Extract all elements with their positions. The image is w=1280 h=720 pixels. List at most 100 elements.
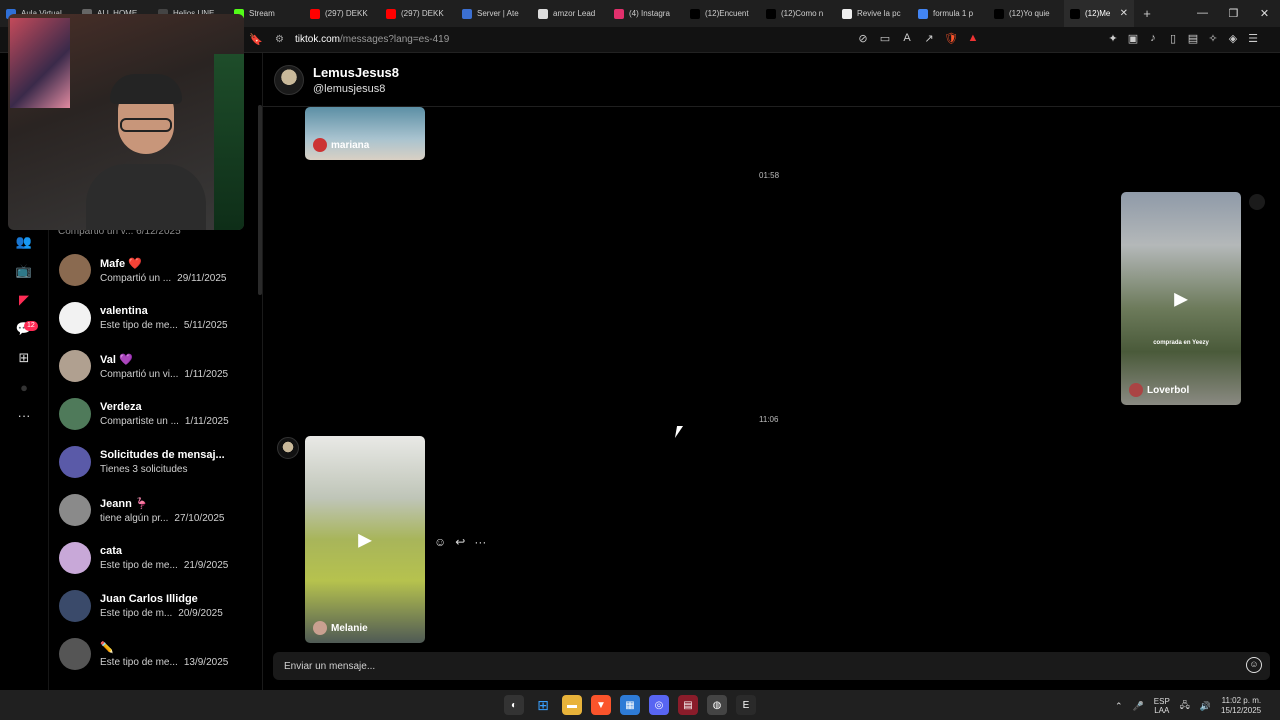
app-icon[interactable]: ▤ [678, 695, 698, 715]
tab-label: (12)Como n [781, 9, 824, 18]
browser-tab[interactable]: Revive la pc [836, 0, 912, 27]
conversation-item[interactable]: Mafe ❤️ Compartió un ... 29/11/2025 [59, 246, 259, 294]
url-field[interactable]: tiktok.com/messages?lang=es-419 [295, 34, 449, 45]
contact-handle: @lemusjesus8 [313, 83, 386, 95]
vpn-icon[interactable]: ◈ [1226, 32, 1240, 45]
shared-video-card[interactable]: comprada en Yeezy ▶ Loverbol [1121, 192, 1241, 405]
site-settings-icon[interactable]: ⚙ [275, 34, 284, 45]
start-icon[interactable]: ⊞ [533, 695, 553, 715]
conversation-name: valentina [100, 305, 148, 317]
bookmark-icon[interactable]: 🔖 [249, 33, 263, 46]
upload-icon[interactable]: ⊞ [15, 350, 33, 368]
conversation-preview-line: Este tipo de me... 5/11/2025 [100, 320, 250, 331]
contact-avatar[interactable] [274, 65, 304, 95]
widgets-icon[interactable]: ◐ [504, 695, 524, 715]
conversation-item[interactable]: valentina Este tipo de me... 5/11/2025 [59, 294, 259, 342]
language-indicator[interactable]: ESP LAA [1154, 697, 1170, 715]
conversation-date: 20/9/2025 [178, 608, 223, 619]
emoji-icon[interactable]: ☺ [1246, 657, 1262, 673]
tab-favicon-icon [310, 8, 320, 19]
conversation-item[interactable]: ✏️ Este tipo de me... 13/9/2025 [59, 630, 259, 678]
browser-tab[interactable]: (12)Encuent [684, 0, 760, 27]
translate-icon[interactable]: A [900, 32, 914, 45]
tab-favicon-icon [766, 8, 776, 19]
message-actions: ☺ ↩ ··· [434, 535, 486, 549]
brave-icon[interactable]: ▼ [591, 695, 611, 715]
conversation-date: 27/10/2025 [174, 512, 225, 524]
people-icon[interactable]: 👥 [15, 234, 33, 252]
clock[interactable]: 11:02 p. m. 15/12/2025 [1221, 696, 1261, 716]
sidebar-icon[interactable]: ▯ [1166, 32, 1180, 45]
tab-label: (297) DEKK [325, 9, 368, 18]
leo-ai-icon[interactable]: ✧ [1206, 32, 1220, 45]
browser-tab[interactable]: (12)Yo quie [988, 0, 1064, 27]
conversation-item[interactable]: cata Este tipo de me... 21/9/2025 [59, 534, 259, 582]
conversation-preview-line: Compartió un ... 29/11/2025 [100, 273, 250, 284]
maximize-button[interactable]: ❐ [1218, 7, 1249, 20]
tab-favicon-icon [690, 8, 700, 19]
wallet-icon[interactable]: ▤ [1186, 32, 1200, 45]
reply-icon[interactable]: ↩ [455, 535, 465, 549]
shared-video-card[interactable]: mariana [305, 107, 425, 160]
volume-icon[interactable]: 🔊 [1200, 701, 1211, 712]
no-video-icon[interactable]: ⊘ [856, 32, 870, 45]
tab-label: (12)Me [1085, 9, 1111, 18]
close-tab-icon[interactable]: ✕ [1120, 8, 1128, 19]
live-icon[interactable]: 📺 [15, 263, 33, 281]
browser-tab[interactable]: (297) DEKK [380, 0, 456, 27]
tray-chevron-icon[interactable]: ⌃ [1115, 701, 1123, 712]
tab-favicon-icon [462, 8, 472, 19]
minimize-button[interactable]: — [1187, 7, 1218, 20]
share-icon[interactable]: ↗ [922, 32, 936, 45]
reaction-icon[interactable]: ☺ [434, 535, 446, 549]
browser-tab[interactable]: Server | Ate [456, 0, 532, 27]
network-icon[interactable]: 🖧 [1180, 698, 1190, 714]
conversation-item[interactable]: Val 💜 Compartió un vi... 1/11/2025 [59, 342, 259, 390]
conversation-item[interactable]: Verdeza Compartiste un ... 1/11/2025 [59, 390, 259, 438]
stream-app-icon[interactable]: ◍ [707, 695, 727, 715]
discord-icon[interactable]: ◎ [649, 695, 669, 715]
play-icon[interactable]: ▶ [358, 529, 372, 550]
conversation-item[interactable]: Jeann 🦩 tiene algún pr... 27/10/2025 [59, 486, 259, 534]
browser-tab[interactable]: (297) DEKK [304, 0, 380, 27]
conversation-name: Verdeza [100, 401, 142, 413]
conversation-item[interactable]: Solicitudes de mensaj... Tienes 3 solicit… [59, 438, 259, 486]
brave-shields-icon[interactable]: 🛡 [944, 32, 958, 45]
media-icon[interactable]: ♪ [1146, 32, 1160, 45]
conversation-list: Mafe ❤️ Compartió un ... 29/11/2025 valenti… [48, 105, 262, 690]
browser-tab[interactable]: (12)Como n [760, 0, 836, 27]
conversation-name: Mafe ❤️ [100, 257, 142, 270]
browser-tab[interactable]: formula 1 p [912, 0, 988, 27]
conversation-name: Juan Carlos Illidge [100, 593, 198, 605]
screenshot-icon[interactable]: ▣ [1126, 32, 1140, 45]
shared-video-card[interactable]: ▶ Melanie [305, 436, 425, 643]
contact-message-avatar[interactable] [277, 437, 299, 459]
file-explorer-icon[interactable]: ▬ [562, 695, 582, 715]
tab-active[interactable]: (12)Me ✕ [1064, 0, 1134, 27]
language-code: ESP [1153, 697, 1170, 706]
microphone-icon[interactable]: 🎤 [1133, 701, 1144, 712]
brave-rewards-icon[interactable]: ▲ [966, 32, 980, 45]
more-icon[interactable]: ··· [474, 535, 486, 549]
conversation-item[interactable]: Juan Carlos Illidge Este tipo de m... 20/9… [59, 582, 259, 630]
conversation-text: valentina Este tipo de me... 5/11/2025 [100, 305, 250, 331]
more-icon[interactable]: ··· [15, 408, 33, 426]
conversation-text: Mafe ❤️ Compartió un ... 29/11/2025 [100, 257, 250, 284]
video-author: Loverbol [1129, 383, 1189, 397]
conversation-name: Solicitudes de mensaj... [100, 449, 225, 461]
menu-icon[interactable]: ☰ [1246, 32, 1260, 45]
contact-name[interactable]: LemusJesus8 [313, 65, 399, 80]
tiktok-logo-icon[interactable]: ◤ [15, 292, 33, 310]
browser-tab[interactable]: (4) Instagra [608, 0, 684, 27]
close-window-button[interactable]: ✕ [1249, 7, 1280, 20]
browser-tab[interactable]: amzor Lead [532, 0, 608, 27]
new-tab-button[interactable]: + [1134, 6, 1160, 21]
extensions-icon[interactable]: ✦ [1106, 32, 1120, 45]
cast-icon[interactable]: ▭ [878, 32, 892, 45]
store-icon[interactable]: ▦ [620, 695, 640, 715]
epic-icon[interactable]: E [736, 695, 756, 715]
message-input[interactable] [284, 658, 1214, 674]
play-icon[interactable]: ▶ [1174, 288, 1188, 309]
profile-dot-icon[interactable]: ● [15, 380, 33, 398]
conversation-date: 13/9/2025 [183, 656, 229, 668]
